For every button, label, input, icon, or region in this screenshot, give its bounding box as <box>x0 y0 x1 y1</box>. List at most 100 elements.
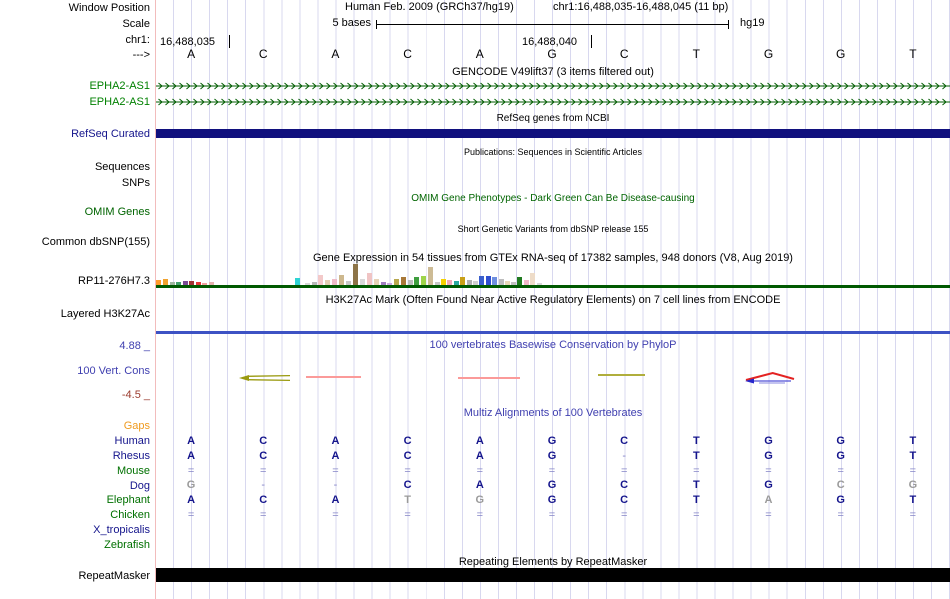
gtex-expression-bar[interactable] <box>505 281 510 285</box>
gtex-expression-bar[interactable] <box>447 280 452 285</box>
gtex-expression-bar[interactable] <box>156 280 161 285</box>
gtex-expression-bar[interactable] <box>511 282 516 285</box>
track-label-repeatmasker[interactable]: RepeatMasker <box>0 570 150 582</box>
gtex-expression-bar[interactable] <box>202 283 207 285</box>
track-label-omim-genes[interactable]: OMIM Genes <box>0 206 150 218</box>
coordinate-tick-icon <box>229 35 230 48</box>
gtex-expression-bar[interactable] <box>435 282 440 285</box>
gtex-expression-bar[interactable] <box>428 267 433 285</box>
gtex-expression-bar[interactable] <box>318 275 323 285</box>
track-label-epha2-as1-row2[interactable]: EPHA2-AS1 <box>0 96 150 108</box>
gtex-expression-bar[interactable] <box>387 283 392 285</box>
track-label-strand-direction[interactable]: ---> <box>0 49 150 61</box>
track-label-cons-scale-min[interactable]: -4.5 _ <box>0 389 150 401</box>
track-label-layered-h3k27ac[interactable]: Layered H3K27Ac <box>0 308 150 320</box>
track-label-window-position[interactable]: Window Position <box>0 2 150 14</box>
track-label-100-vert-cons[interactable]: 100 Vert. Cons <box>0 365 150 377</box>
track-title-gtex: Gene Expression in 54 tissues from GTEx … <box>313 252 793 264</box>
gtex-expression-bar[interactable] <box>492 277 497 285</box>
gtex-expression-bar[interactable] <box>517 277 522 285</box>
track-title-multiz: Multiz Alignments of 100 Vertebrates <box>463 407 643 419</box>
track-label-species-human[interactable]: Human <box>0 435 150 447</box>
gtex-expression-bar[interactable] <box>163 279 168 285</box>
gtex-expression-bar[interactable] <box>360 279 365 285</box>
align-chicken-base: = <box>837 509 844 521</box>
gtex-expression-bar[interactable] <box>353 264 358 285</box>
track-label-species-chicken[interactable]: Chicken <box>0 509 150 521</box>
track-label-refseq-curated[interactable]: RefSeq Curated <box>0 128 150 140</box>
track-title-refseq: RefSeq genes from NCBI <box>496 113 610 124</box>
gtex-expression-bar[interactable] <box>332 279 337 285</box>
refseq-curated-bar[interactable] <box>156 129 950 138</box>
gtex-expression-bar[interactable] <box>467 280 472 285</box>
gtex-expression-bar[interactable] <box>530 273 535 285</box>
track-label-species-gaps[interactable]: Gaps <box>0 420 150 432</box>
align-rhesus-base: T <box>692 450 700 462</box>
track-label-common-dbsnp-155[interactable]: Common dbSNP(155) <box>0 236 150 248</box>
align-chicken-base: = <box>693 509 700 521</box>
gtex-expression-bar[interactable] <box>421 276 426 285</box>
gtex-expression-bar[interactable] <box>479 276 484 285</box>
gtex-expression-bar[interactable] <box>524 280 529 285</box>
phylop-mark-peak[interactable] <box>743 370 797 385</box>
track-label-epha2-as1-row1[interactable]: EPHA2-AS1 <box>0 80 150 92</box>
gtex-expression-bar[interactable] <box>374 279 379 285</box>
track-label-scale[interactable]: Scale <box>0 18 150 30</box>
gtex-expression-bar[interactable] <box>325 280 330 285</box>
gtex-expression-bar[interactable] <box>537 283 542 285</box>
gtex-expression-bar[interactable] <box>367 273 372 285</box>
gtex-expression-bar[interactable] <box>183 281 188 285</box>
track-label-species-elephant[interactable]: Elephant <box>0 494 150 506</box>
align-mouse-base: = <box>693 465 700 477</box>
phylop-mark[interactable] <box>458 377 520 379</box>
gtex-expression-bar[interactable] <box>408 280 413 285</box>
align-rhesus-base: A <box>475 450 484 462</box>
gtex-expression-bar[interactable] <box>460 277 465 285</box>
track-label-snps[interactable]: SNPs <box>0 177 150 189</box>
align-elephant-base: T <box>909 494 917 506</box>
track-label-cons-scale-max[interactable]: 4.88 _ <box>0 340 150 352</box>
gtex-expression-bar[interactable] <box>339 275 344 285</box>
gtex-expression-bar[interactable] <box>312 282 317 285</box>
gene-track-epha2-as1[interactable] <box>156 82 950 90</box>
gtex-expression-bar[interactable] <box>176 282 181 285</box>
gtex-expression-bar[interactable] <box>346 281 351 285</box>
phylop-mark-arrow[interactable] <box>238 374 292 382</box>
gtex-expression-bar[interactable] <box>473 281 478 285</box>
gtex-expression-bar[interactable] <box>381 282 386 285</box>
track-label-sequences[interactable]: Sequences <box>0 161 150 173</box>
track-label-species-dog[interactable]: Dog <box>0 480 150 492</box>
gtex-expression-bar[interactable] <box>295 278 300 285</box>
gtex-expression-bar[interactable] <box>394 279 399 285</box>
align-rhesus-base: G <box>547 450 557 462</box>
align-mouse-base: = <box>260 465 267 477</box>
gtex-expression-bar[interactable] <box>499 279 504 285</box>
gtex-expression-bar[interactable] <box>209 282 214 285</box>
phylop-mark[interactable] <box>306 376 361 378</box>
track-label-rp11-276h7-3[interactable]: RP11-276H7.3 <box>0 275 150 287</box>
base-letter-10: G <box>836 47 846 61</box>
align-dog-base: G <box>764 479 773 491</box>
gtex-expression-bar[interactable] <box>414 277 419 285</box>
gtex-expression-bar[interactable] <box>196 282 201 285</box>
repeatmasker-bar[interactable] <box>156 568 950 582</box>
gtex-expression-bar[interactable] <box>170 282 175 285</box>
rp11-gene-baseline[interactable] <box>156 285 950 288</box>
gtex-expression-bar[interactable] <box>486 276 491 285</box>
track-label-species-rhesus[interactable]: Rhesus <box>0 450 150 462</box>
gtex-expression-bar[interactable] <box>305 283 310 285</box>
h3k27ac-signal-line[interactable] <box>156 331 950 334</box>
base-letter-1: A <box>187 47 196 61</box>
gtex-expression-bar[interactable] <box>441 279 446 285</box>
gtex-expression-bar[interactable] <box>454 281 459 285</box>
align-elephant-base: A <box>764 494 773 506</box>
gene-track-epha2-as1[interactable] <box>156 98 950 106</box>
track-label-species-x-tropicalis[interactable]: X_tropicalis <box>0 524 150 536</box>
track-label-chromosome[interactable]: chr1: <box>0 34 150 46</box>
track-label-species-zebrafish[interactable]: Zebrafish <box>0 539 150 551</box>
track-label-species-mouse[interactable]: Mouse <box>0 465 150 477</box>
gtex-expression-bar[interactable] <box>401 277 406 285</box>
align-dog-base: T <box>692 479 700 491</box>
phylop-mark[interactable] <box>598 374 645 376</box>
gtex-expression-bar[interactable] <box>189 281 194 285</box>
